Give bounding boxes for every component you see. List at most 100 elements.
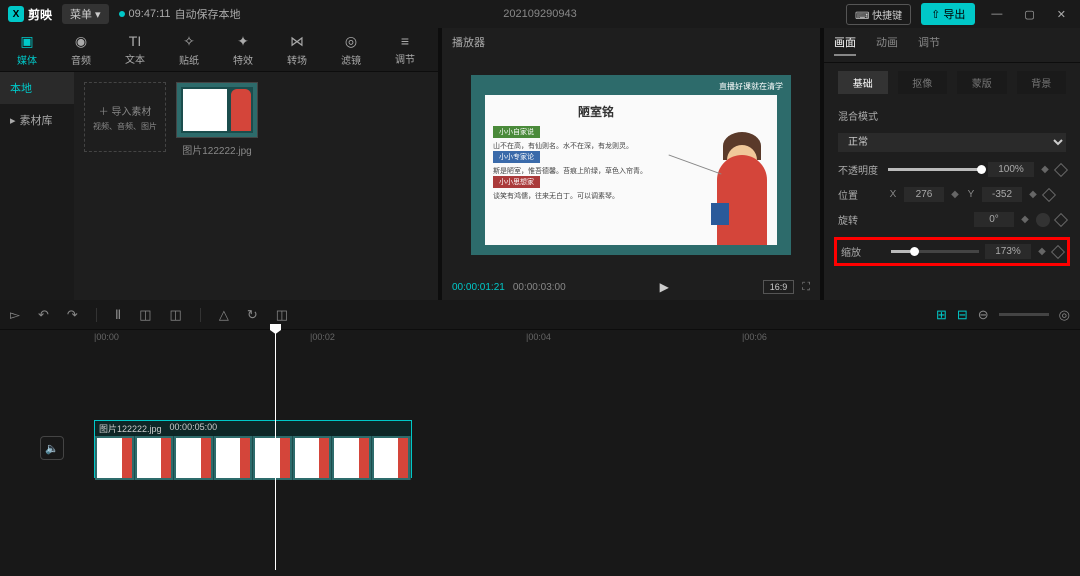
tab-sticker[interactable]: ✧贴纸 [162,28,216,71]
position-x-input[interactable]: 276 [904,187,944,202]
category-tabs: ▣媒体 ◉音频 TI文本 ✧贴纸 ✦特效 ⋈转场 ◎滤镜 ≡调节 [0,28,438,72]
time-total: 00:00:03:00 [513,282,566,293]
timeline-panel: ▻ ↶ ↷ Ⅱ ◫ ◫ △ ↻ ◫ ⊞ ⊟ ⊖ ◎ |00:00 |00:02 … [0,300,1080,576]
tab-audio[interactable]: ◉音频 [54,28,108,71]
scale-keyframe-button[interactable] [1051,244,1065,258]
magnet-button[interactable]: ⊞ [936,307,947,323]
opacity-stepper[interactable]: ◆ [1040,164,1050,175]
delete-left-button[interactable]: ◫ [139,307,151,323]
app-name: 剪映 [28,6,52,23]
tab-transition[interactable]: ⋈转场 [270,28,324,71]
title-bar: X 剪映 菜单 ▾ 09:47:11 自动保存本地 202109290943 ⌨… [0,0,1080,28]
effect-icon: ✦ [237,33,249,50]
chevron-down-icon: ▾ [95,8,101,21]
blend-mode-label: 混合模式 [838,108,1066,123]
split-button[interactable]: Ⅱ [115,307,121,323]
scale-value[interactable]: 173% [985,244,1031,259]
sticker-icon: ✧ [183,33,195,50]
tab-filter[interactable]: ◎滤镜 [324,28,378,71]
media-grid: ＋ 导入素材 视频、音频、图片 图片122222.jpg [74,72,438,300]
freeze-button[interactable]: △ [219,307,229,323]
scale-slider[interactable] [891,250,979,253]
link-button[interactable]: ⊟ [957,307,968,323]
preview-header: 播放器 [442,28,820,56]
scale-stepper[interactable]: ◆ [1037,246,1047,257]
delete-right-button[interactable]: ◫ [170,307,182,323]
media-thumbnail [176,82,258,138]
sidenav-local[interactable]: 本地 [0,72,74,104]
position-keyframe-button[interactable] [1042,187,1056,201]
rp-sub-cutout[interactable]: 抠像 [898,71,948,94]
zoom-out-button[interactable]: ⊖ [978,307,989,323]
transition-icon: ⋈ [290,33,304,50]
preview-viewport[interactable]: 直播好课就在清学 陋室铭 小小自家说 山不在高，有仙则名。水不在深，有龙则灵。 … [442,56,820,274]
preview-controls: 00:00:01:21 00:00:03:00 ▶ 16:9 ⛶ [442,274,820,300]
rp-tab-adjust[interactable]: 调节 [918,34,940,56]
media-sidenav: 本地 ▸ 素材库 [0,72,74,300]
zoom-slider[interactable] [999,313,1049,316]
aspect-ratio-button[interactable]: 16:9 [763,280,795,294]
tab-media[interactable]: ▣媒体 [0,28,54,71]
tab-effect[interactable]: ✦特效 [216,28,270,71]
shortcuts-button[interactable]: ⌨ 快捷键 [846,4,911,25]
rotate-keyframe-button[interactable] [1054,212,1068,226]
menu-button[interactable]: 菜单 ▾ [62,4,109,24]
rotate-label: 旋转 [838,212,882,227]
position-label: 位置 [838,187,882,202]
status-dot-icon [119,11,125,17]
opacity-slider[interactable] [888,168,982,171]
adjust-icon: ≡ [401,33,409,49]
import-button[interactable]: ＋ 导入素材 视频、音频、图片 [84,82,166,152]
preview-panel: 播放器 直播好课就在清学 陋室铭 小小自家说 山不在高，有仙则名。水不在深，有龙… [442,28,820,300]
selection-tool[interactable]: ▻ [10,307,20,323]
rp-tab-canvas[interactable]: 画面 [834,34,856,56]
rp-tab-anim[interactable]: 动画 [876,34,898,56]
position-y-input[interactable]: -352 [982,187,1022,202]
export-button[interactable]: ⇧导出 [921,3,975,25]
zoom-fit-button[interactable]: ◎ [1059,307,1070,323]
media-filename: 图片122222.jpg [176,142,258,157]
clip-duration: 00:00:05:00 [170,422,218,435]
time-current: 00:00:01:21 [452,282,505,293]
crop-button[interactable]: ◫ [276,307,288,323]
clip-name: 图片122222.jpg [99,422,162,435]
autosave-status: 09:47:11 自动保存本地 [119,6,241,22]
properties-panel: 画面 动画 调节 基础 抠像 蒙版 背景 混合模式 正常 不透明度 100% ◆… [824,28,1080,300]
rp-sub-bg[interactable]: 背景 [1017,71,1067,94]
undo-button[interactable]: ↶ [38,307,49,323]
preview-frame: 直播好课就在清学 陋室铭 小小自家说 山不在高，有仙则名。水不在深，有龙则灵。 … [471,75,791,255]
close-button[interactable]: ✕ [1051,8,1072,21]
redo-button[interactable]: ↷ [67,307,78,323]
track-mute-button[interactable]: 🔈 [40,436,64,460]
sidenav-library[interactable]: ▸ 素材库 [0,104,74,136]
media-icon: ▣ [20,33,33,50]
clip-thumbnails [95,436,411,480]
audio-icon: ◉ [75,33,87,50]
rotate-dial[interactable] [1036,213,1050,227]
text-icon: TI [129,33,141,49]
blend-mode-select[interactable]: 正常 [838,133,1066,152]
play-button[interactable]: ▶ [660,280,669,294]
opacity-value[interactable]: 100% [988,162,1034,177]
reverse-button[interactable]: ↻ [247,307,258,323]
timeline-clip[interactable]: 图片122222.jpg 00:00:05:00 [94,420,412,478]
rotate-input[interactable]: 0° [974,212,1014,227]
tab-adjust[interactable]: ≡调节 [378,28,432,71]
maximize-button[interactable]: ▢ [1018,8,1040,21]
rp-sub-mask[interactable]: 蒙版 [957,71,1007,94]
project-title: 202109290943 [503,8,576,20]
scale-label: 缩放 [841,244,885,259]
playhead[interactable] [275,330,276,570]
export-icon: ⇧ [931,8,940,21]
app-logo: X 剪映 [8,6,52,23]
timeline-toolbar: ▻ ↶ ↷ Ⅱ ◫ ◫ △ ↻ ◫ ⊞ ⊟ ⊖ ◎ [0,300,1080,330]
rp-sub-basic[interactable]: 基础 [838,71,888,94]
media-item[interactable]: 图片122222.jpg [176,82,258,157]
logo-icon: X [8,6,24,22]
opacity-keyframe-button[interactable] [1054,162,1068,176]
media-panel: ▣媒体 ◉音频 TI文本 ✧贴纸 ✦特效 ⋈转场 ◎滤镜 ≡调节 本地 ▸ 素材… [0,28,438,300]
timeline-ruler[interactable]: |00:00 |00:02 |00:04 |00:06 [0,330,1080,350]
fullscreen-button[interactable]: ⛶ [802,281,810,294]
tab-text[interactable]: TI文本 [108,28,162,71]
minimize-button[interactable]: — [985,8,1008,20]
